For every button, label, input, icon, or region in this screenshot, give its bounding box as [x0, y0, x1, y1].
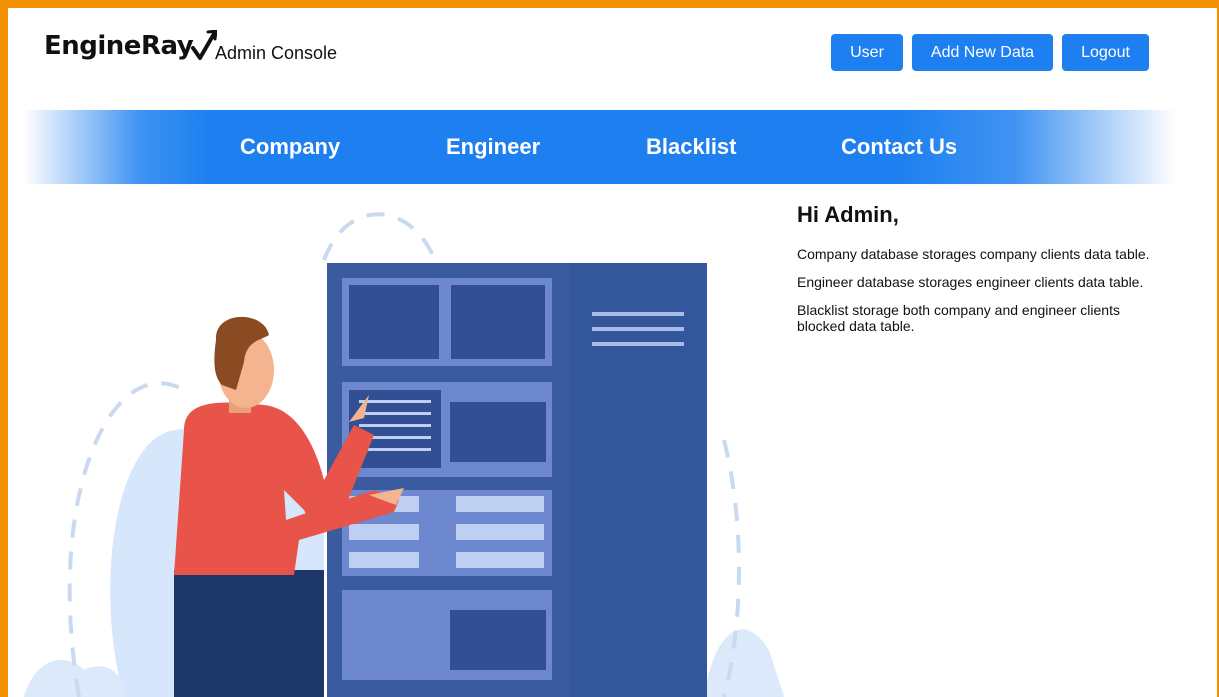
- nav-item-engineer[interactable]: Engineer: [446, 134, 540, 160]
- logout-button[interactable]: Logout: [1062, 34, 1149, 71]
- add-new-data-button[interactable]: Add New Data: [911, 34, 1054, 71]
- user-button[interactable]: User: [831, 34, 903, 71]
- blacklist-description: Blacklist storage both company and engin…: [797, 302, 1120, 334]
- main-nav: Company Engineer Blacklist Contact Us: [24, 110, 1176, 184]
- app-subtitle: Admin Console: [215, 43, 338, 63]
- nav-item-company[interactable]: Company: [240, 134, 340, 160]
- check-arrow-icon: [191, 30, 218, 60]
- nav-item-contact-us[interactable]: Contact Us: [841, 134, 957, 160]
- header-actions: User Add New Data Logout: [831, 34, 1149, 71]
- logo-text: EngineRay: [44, 31, 194, 61]
- server-illustration: [24, 212, 784, 697]
- header: EngineRay Admin Console User Add New Dat…: [44, 28, 1149, 76]
- company-description: Company database storages company client…: [797, 246, 1150, 262]
- logo[interactable]: EngineRay: [44, 30, 218, 62]
- greeting-heading: Hi Admin,: [797, 202, 899, 227]
- welcome-panel: Hi Admin, Company database storages comp…: [797, 202, 1157, 346]
- nav-item-blacklist[interactable]: Blacklist: [646, 134, 737, 160]
- engineer-description: Engineer database storages engineer clie…: [797, 274, 1144, 290]
